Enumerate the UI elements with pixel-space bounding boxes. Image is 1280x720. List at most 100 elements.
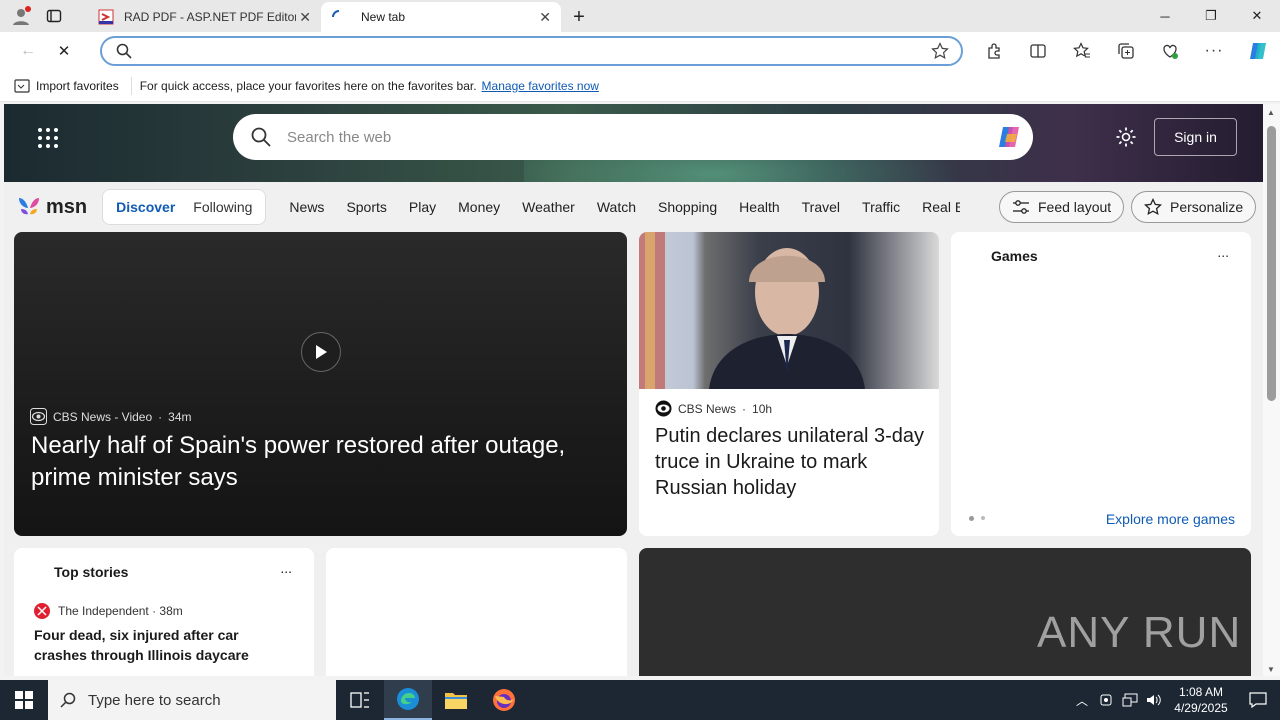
category-money[interactable]: Money [447, 199, 511, 215]
cbs-eye-icon [655, 400, 672, 417]
apps-launcher-icon[interactable] [38, 128, 58, 148]
browser-toolbar: ← ✕ ··· [0, 32, 1280, 70]
play-icon[interactable] [301, 332, 341, 372]
category-play[interactable]: Play [398, 199, 447, 215]
back-icon[interactable]: ← [10, 36, 46, 66]
more-options-icon[interactable]: ... [1217, 244, 1229, 260]
msn-logo-text: msn [46, 195, 88, 218]
msn-logo[interactable]: msn [16, 195, 87, 219]
article-source: CBS News - Video · 34m [30, 408, 192, 425]
network-device-icon[interactable] [1094, 693, 1118, 707]
search-icon [60, 692, 76, 708]
personalize-label: Personalize [1170, 199, 1244, 215]
more-options-icon[interactable]: ... [280, 560, 292, 576]
extensions-icon[interactable] [972, 36, 1016, 66]
favorites-bar-message: For quick access, place your favorites h… [139, 78, 477, 93]
taskbar-search-placeholder: Type here to search [88, 691, 221, 709]
collections-icon[interactable] [1104, 36, 1148, 66]
tab-discover[interactable]: Discover [107, 199, 184, 215]
copilot-icon[interactable] [1236, 36, 1280, 66]
address-input[interactable] [142, 43, 931, 59]
clock[interactable]: 1:08 AM 4/29/2025 [1166, 684, 1236, 716]
close-tab-icon[interactable]: ✕ [299, 9, 311, 26]
notifications-icon[interactable] [1236, 692, 1280, 708]
tab-rad-pdf[interactable]: RAD PDF - ASP.NET PDF Editor ar ✕ [88, 2, 321, 32]
games-title: Games [991, 248, 1038, 264]
edge-taskbar-icon[interactable] [384, 680, 432, 720]
top-stories-card: Top stories ... The Independent · 38m Fo… [14, 548, 314, 676]
system-tray: ︿ 1:08 AM 4/29/2025 [1070, 680, 1280, 720]
taskbar-search-box[interactable]: Type here to search [48, 680, 336, 720]
new-tab-icon[interactable]: + [561, 2, 597, 32]
network-icon[interactable] [1118, 693, 1142, 707]
web-search-box[interactable]: Search the web [233, 114, 1033, 160]
source-name: CBS News - Video [53, 409, 153, 424]
minimize-icon[interactable]: ─ [1142, 0, 1188, 32]
category-news[interactable]: News [278, 199, 335, 215]
category-list: News Sports Play Money Weather Watch Sho… [278, 199, 960, 215]
anyrun-watermark: ANY RUN [1037, 608, 1242, 657]
search-icon [251, 127, 271, 147]
pdf-favicon-icon [98, 9, 114, 25]
settings-more-icon[interactable]: ··· [1192, 36, 1236, 66]
settings-gear-icon[interactable] [1115, 126, 1137, 148]
category-shopping[interactable]: Shopping [647, 199, 728, 215]
scrollbar-thumb[interactable] [1267, 126, 1276, 401]
news-card[interactable]: CBS News · 10h Putin declares unilateral… [639, 232, 939, 536]
profile-icon[interactable] [10, 5, 32, 27]
tab-new-tab[interactable]: New tab ✕ [321, 2, 561, 32]
page-scrollbar[interactable]: ▲ ▼ [1263, 104, 1280, 676]
close-tab-icon[interactable]: ✕ [539, 9, 551, 26]
show-hidden-icons-icon[interactable]: ︿ [1070, 692, 1094, 709]
firefox-icon[interactable] [480, 680, 528, 720]
loading-spinner-icon [331, 9, 347, 25]
category-weather[interactable]: Weather [511, 199, 586, 215]
import-favorites-label: Import favorites [36, 78, 119, 93]
article-age: 38m [159, 604, 183, 618]
category-traffic[interactable]: Traffic [851, 199, 911, 215]
close-window-icon[interactable]: ✕ [1234, 0, 1280, 32]
article-headline[interactable]: Nearly half of Spain's power restored af… [31, 430, 601, 494]
explore-more-games-link[interactable]: Explore more games [1106, 511, 1235, 527]
category-sports[interactable]: Sports [335, 199, 397, 215]
favorites-icon[interactable] [1060, 36, 1104, 66]
article-image [639, 232, 939, 389]
toolbar-right: ··· [972, 36, 1280, 66]
manage-favorites-link[interactable]: Manage favorites now [482, 79, 599, 93]
carousel-dots[interactable] [969, 516, 985, 521]
copilot-icon[interactable] [995, 122, 1025, 152]
scroll-down-icon[interactable]: ▼ [1267, 665, 1275, 674]
article-headline[interactable]: Four dead, six injured after car crashes… [34, 625, 294, 665]
featured-video-card[interactable]: CBS News - Video · 34m Nearly half of Sp… [14, 232, 627, 536]
category-travel[interactable]: Travel [791, 199, 851, 215]
split-screen-icon[interactable] [1016, 36, 1060, 66]
scroll-up-icon[interactable]: ▲ [1267, 108, 1275, 117]
import-favorites-button[interactable]: Import favorites [0, 76, 132, 95]
address-bar[interactable] [100, 36, 963, 66]
browser-essentials-icon[interactable] [1148, 36, 1192, 66]
search-placeholder: Search the web [287, 128, 392, 146]
restore-icon[interactable]: ❐ [1188, 0, 1234, 32]
article-headline[interactable]: Putin declares unilateral 3-day truce in… [655, 423, 925, 501]
stop-loading-icon[interactable]: ✕ [46, 36, 82, 66]
windows-start-icon[interactable] [0, 680, 48, 720]
file-explorer-icon[interactable] [432, 680, 480, 720]
sign-in-button[interactable]: Sign in [1154, 118, 1237, 156]
feed-layout-button[interactable]: Feed layout [999, 191, 1125, 223]
personalize-button[interactable]: Personalize [1131, 191, 1257, 223]
volume-icon[interactable] [1142, 693, 1166, 707]
separator: · [158, 409, 163, 424]
task-view-icon[interactable] [336, 680, 384, 720]
favorite-star-icon[interactable] [931, 42, 949, 60]
tab-actions-icon[interactable] [46, 8, 62, 24]
category-real-estate[interactable]: Real E [911, 199, 960, 215]
games-card: Games ... Explore more games [951, 232, 1251, 536]
source-name: CBS News [678, 401, 737, 416]
video-card-dark[interactable]: ANY RUN [639, 548, 1251, 676]
top-stories-title: Top stories [54, 564, 129, 580]
import-icon [14, 78, 30, 93]
tab-title: RAD PDF - ASP.NET PDF Editor ar [124, 10, 296, 24]
tab-following[interactable]: Following [184, 199, 261, 215]
category-watch[interactable]: Watch [586, 199, 647, 215]
category-health[interactable]: Health [728, 199, 790, 215]
